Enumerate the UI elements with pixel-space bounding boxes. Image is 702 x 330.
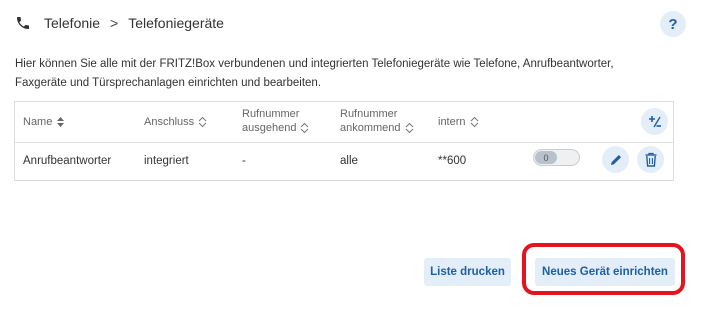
column-header-ausgehend[interactable]: Rufnummer ausgehend: [242, 107, 309, 135]
table-header: Name Anschluss Rufnummer ausgehend Rufnu…: [15, 102, 673, 143]
column-settings-icon: [648, 115, 661, 127]
highlight-annotation: [522, 243, 685, 295]
sort-icon: [470, 116, 478, 128]
sort-icon: [57, 117, 65, 127]
column-header-ankommend-line1: Rufnummer: [340, 108, 398, 120]
column-header-name[interactable]: Name: [23, 115, 65, 129]
column-header-ausgehend-line2: ausgehend: [242, 122, 297, 134]
pencil-icon: [610, 154, 621, 165]
column-header-ankommend[interactable]: Rufnummer ankommend: [340, 107, 414, 135]
intro-text: Hier können Sie alle mit der FRITZ!Box v…: [15, 58, 614, 89]
column-header-anschluss-label: Anschluss: [144, 116, 195, 128]
toggle-knob: 0: [535, 151, 557, 164]
trash-icon: [645, 152, 656, 167]
edit-button[interactable]: [602, 146, 629, 173]
sort-icon: [198, 116, 207, 128]
breadcrumb: Telefonie > Telefoniegeräte: [14, 6, 688, 40]
column-header-intern-label: intern: [438, 116, 466, 128]
column-header-ankommend-line2: ankommend: [340, 122, 401, 134]
device-toggle[interactable]: 0: [533, 149, 580, 166]
delete-button[interactable]: [637, 146, 664, 173]
breadcrumb-separator: >: [110, 15, 119, 31]
cell-anschluss: integriert: [144, 155, 189, 167]
cell-ankommend: alle: [340, 155, 358, 167]
print-list-button[interactable]: Liste drucken: [424, 258, 511, 286]
phone-icon: [14, 14, 32, 32]
column-header-intern[interactable]: intern: [438, 115, 479, 129]
devices-table: Name Anschluss Rufnummer ausgehend Rufnu…: [14, 101, 674, 181]
cell-intern: **600: [438, 155, 467, 167]
column-header-ausgehend-line1: Rufnummer: [242, 108, 300, 120]
page-title: Telefoniegeräte: [128, 15, 224, 31]
cell-name: Anrufbeantworter: [23, 155, 112, 167]
breadcrumb-telefonie[interactable]: Telefonie: [44, 15, 100, 31]
help-button[interactable]: ?: [660, 11, 686, 37]
cell-ausgehend: -: [242, 155, 246, 167]
column-header-anschluss[interactable]: Anschluss: [144, 115, 207, 129]
sort-icon: [405, 122, 413, 134]
sort-icon: [301, 122, 309, 134]
column-header-name-label: Name: [23, 116, 53, 128]
column-settings-button[interactable]: [641, 108, 668, 135]
